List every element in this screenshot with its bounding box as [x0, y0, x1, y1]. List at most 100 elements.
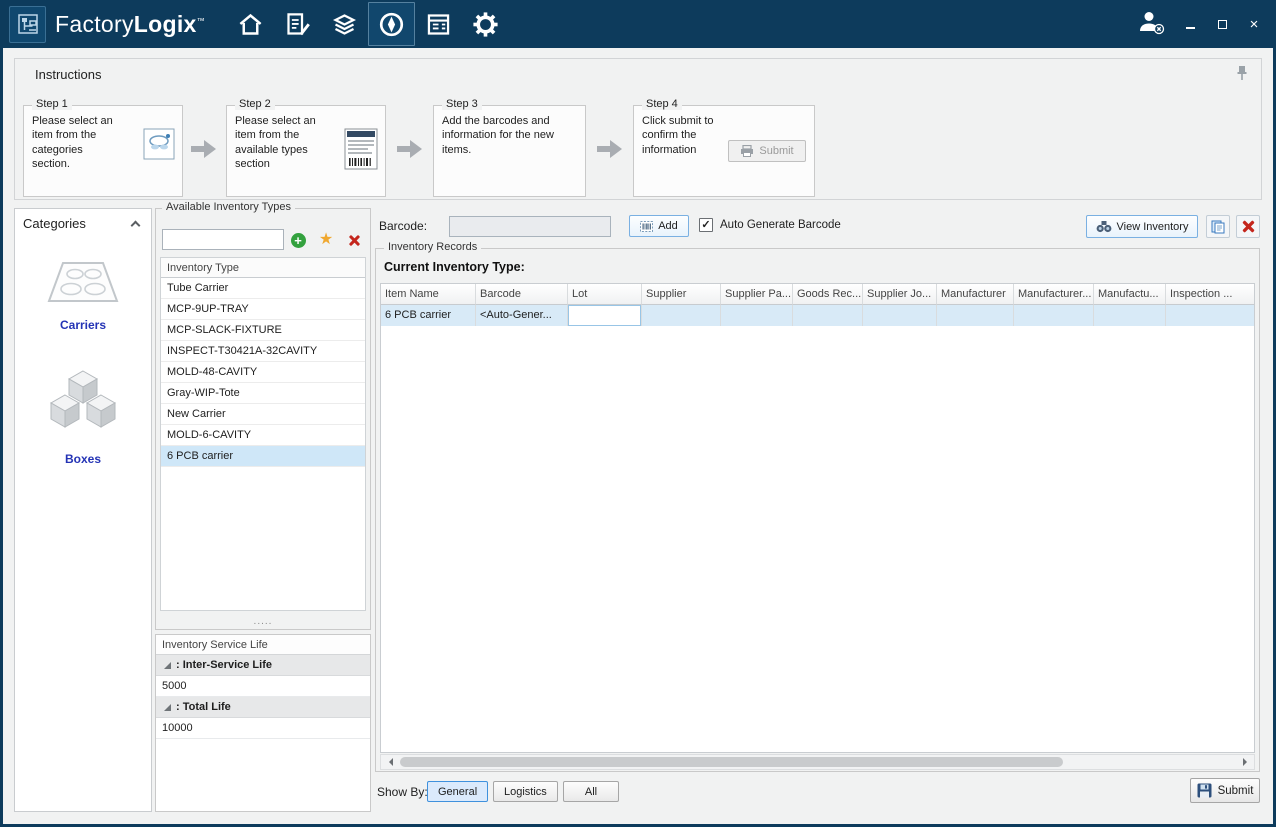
reports-icon[interactable] — [415, 2, 462, 46]
barcode-add-icon — [640, 221, 653, 232]
cell-supplier-jo[interactable] — [863, 305, 937, 326]
close-button[interactable]: × — [1246, 16, 1262, 32]
group-label: : Total Life — [176, 701, 231, 713]
scroll-left-button[interactable] — [381, 755, 398, 769]
add-button[interactable]: Add — [629, 215, 689, 237]
type-row[interactable]: Gray-WIP-Tote — [161, 383, 365, 404]
column-header-inspection[interactable]: Inspection ... — [1166, 284, 1254, 305]
group-row-total-life[interactable]: : Total Life — [156, 697, 370, 718]
column-header-item-name[interactable]: Item Name — [381, 284, 476, 305]
type-row[interactable]: MOLD-48-CAVITY — [161, 362, 365, 383]
cell-manufactu[interactable] — [1094, 305, 1166, 326]
step-1-label: Step 1 — [32, 98, 72, 110]
materials-stack-icon[interactable] — [321, 2, 368, 46]
current-inventory-type-label: Current Inventory Type: — [384, 260, 525, 274]
add-type-button[interactable]: + — [287, 230, 309, 250]
submit-button[interactable]: Submit — [1190, 778, 1260, 803]
step-2-text: Please select an item from the available… — [227, 106, 331, 171]
column-header-manufacturer[interactable]: Manufacturer — [937, 284, 1014, 305]
splitter-handle[interactable]: ..... — [156, 616, 370, 627]
type-row-selected[interactable]: 6 PCB carrier — [161, 446, 365, 467]
record-row[interactable]: 6 PCB carrier <Auto-Gener... — [381, 305, 1254, 326]
star-icon: ★ — [319, 232, 333, 248]
auto-generate-checkbox[interactable]: ✓ — [699, 218, 713, 232]
step-arrow-icon — [191, 139, 217, 164]
work-instructions-icon[interactable] — [274, 2, 321, 46]
type-row[interactable]: MCP-9UP-TRAY — [161, 299, 365, 320]
instructions-panel: Instructions Step 1 Please select an ite… — [14, 58, 1262, 200]
main-nav — [227, 0, 509, 48]
column-header-manufactu[interactable]: Manufactu... — [1094, 284, 1166, 305]
service-life-value[interactable]: 5000 — [156, 676, 370, 697]
pin-icon[interactable] — [1235, 65, 1249, 86]
column-header-goods-rec[interactable]: Goods Rec... — [793, 284, 863, 305]
show-by-label: Show By: — [377, 785, 428, 799]
maximize-button[interactable] — [1214, 16, 1230, 32]
brand-factory: Factory — [55, 11, 134, 37]
cell-manufacturer2[interactable] — [1014, 305, 1094, 326]
scroll-right-button[interactable] — [1237, 755, 1254, 769]
show-by-all-button[interactable]: All — [563, 781, 619, 802]
delete-record-button[interactable] — [1236, 215, 1260, 238]
category-item-carriers[interactable]: Carriers — [15, 257, 151, 332]
step-4-text: Click submit to confirm the information — [634, 106, 726, 157]
delete-x-icon — [1241, 219, 1255, 233]
cell-supplier-pa[interactable] — [721, 305, 793, 326]
step-1-box: Step 1 Please select an item from the ca… — [23, 105, 183, 197]
type-row[interactable]: New Carrier — [161, 404, 365, 425]
maximize-icon — [1218, 20, 1227, 29]
home-icon[interactable] — [227, 2, 274, 46]
step-4-box: Step 4 Click submit to confirm the infor… — [633, 105, 815, 197]
service-life-panel: Inventory Service Life : Inter-Service L… — [155, 634, 371, 812]
user-status-icon[interactable] — [1136, 9, 1166, 40]
step-submit-label: Submit — [759, 145, 793, 157]
cell-item-name[interactable]: 6 PCB carrier — [381, 305, 476, 326]
show-by-general-button[interactable]: General — [427, 781, 488, 802]
cell-manufacturer[interactable] — [937, 305, 1014, 326]
minimize-button[interactable] — [1182, 16, 1198, 32]
step-3-label: Step 3 — [442, 98, 482, 110]
type-row[interactable]: INSPECT-T30421A-32CAVITY — [161, 341, 365, 362]
step-2-thumbnail-icon — [344, 128, 378, 175]
settings-gear-icon[interactable] — [462, 2, 509, 46]
footer-row: Show By: General Logistics All Submit — [371, 778, 1264, 806]
show-by-logistics-button[interactable]: Logistics — [493, 781, 558, 802]
column-header-barcode[interactable]: Barcode — [476, 284, 568, 305]
column-header-manufacturer2[interactable]: Manufacturer... — [1014, 284, 1094, 305]
column-header-supplier-jo[interactable]: Supplier Jo... — [863, 284, 937, 305]
type-row[interactable]: Tube Carrier — [161, 278, 365, 299]
group-row-inter-service-life[interactable]: : Inter-Service Life — [156, 655, 370, 676]
grid-header: Item Name Barcode Lot Supplier Supplier … — [381, 284, 1254, 305]
copy-record-button[interactable] — [1206, 215, 1230, 238]
horizontal-scrollbar[interactable] — [380, 754, 1255, 770]
carriers-icon — [45, 257, 121, 307]
category-item-boxes[interactable]: Boxes — [15, 367, 151, 466]
scroll-thumb[interactable] — [400, 757, 1063, 767]
type-row[interactable]: MCP-SLACK-FIXTURE — [161, 320, 365, 341]
column-header-lot[interactable]: Lot — [568, 284, 642, 305]
favorite-type-button[interactable]: ★ — [315, 230, 337, 250]
cell-goods-rec[interactable] — [793, 305, 863, 326]
barcode-input[interactable] — [449, 216, 611, 237]
column-header-supplier[interactable]: Supplier — [642, 284, 721, 305]
type-search-input[interactable] — [162, 229, 284, 250]
type-row[interactable]: MOLD-6-CAVITY — [161, 425, 365, 446]
categories-title: Categories — [23, 216, 86, 231]
expand-icon — [164, 704, 171, 711]
inventory-type-column-header[interactable]: Inventory Type — [161, 258, 365, 278]
cell-lot[interactable] — [568, 305, 642, 326]
cell-supplier[interactable] — [642, 305, 721, 326]
column-header-supplier-pa[interactable]: Supplier Pa... — [721, 284, 793, 305]
check-icon: ✓ — [701, 219, 710, 231]
dispatch-compass-icon[interactable] — [368, 2, 415, 46]
scroll-track[interactable] — [398, 755, 1237, 769]
printer-icon — [740, 145, 754, 157]
cell-barcode[interactable]: <Auto-Gener... — [476, 305, 568, 326]
service-life-value[interactable]: 10000 — [156, 718, 370, 739]
delete-type-button[interactable] — [343, 230, 365, 250]
cell-inspection[interactable] — [1166, 305, 1254, 326]
step-submit-button[interactable]: Submit — [728, 140, 806, 162]
view-inventory-button[interactable]: View Inventory — [1086, 215, 1198, 238]
step-4-label: Step 4 — [642, 98, 682, 110]
collapse-chevron-icon[interactable] — [131, 221, 141, 231]
